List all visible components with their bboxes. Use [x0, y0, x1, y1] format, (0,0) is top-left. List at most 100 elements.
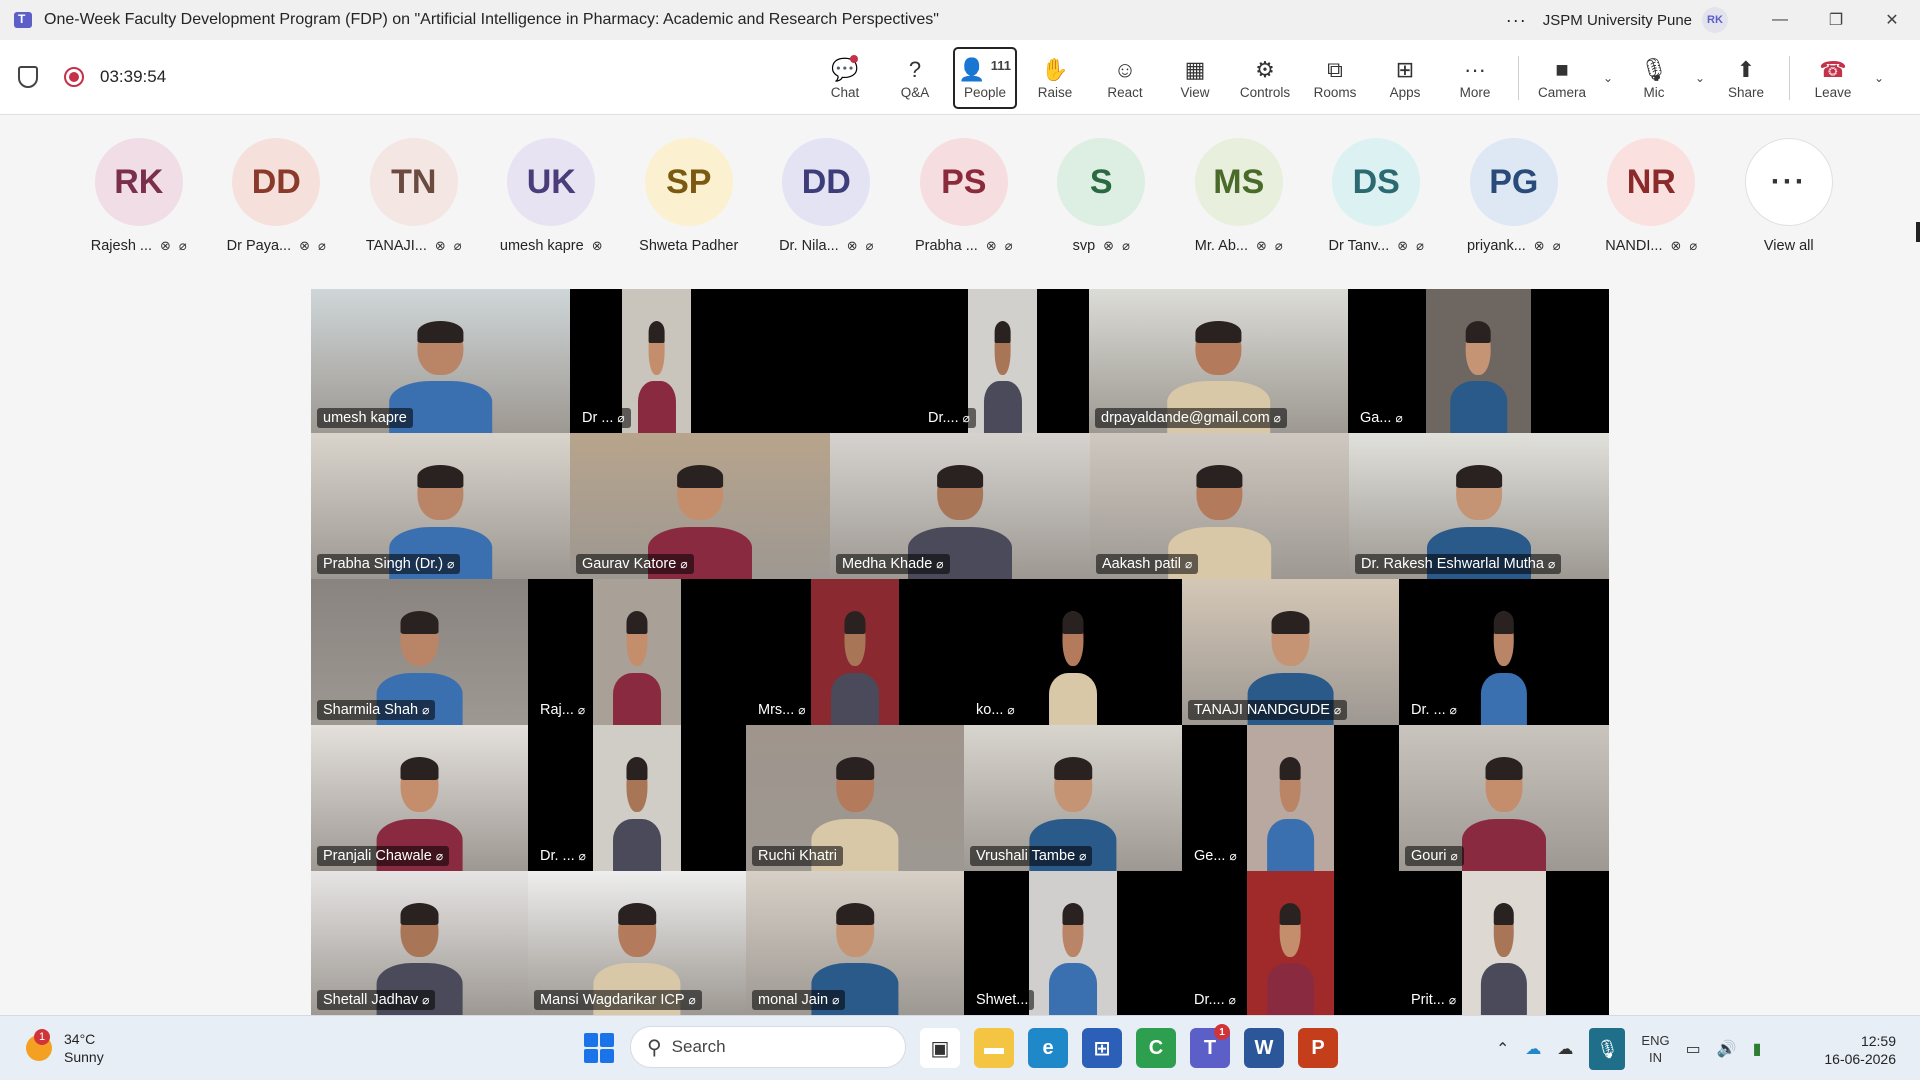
video-tile[interactable]: Raj... ⌀ [528, 579, 746, 725]
participant-item[interactable]: MS Mr. Ab... ⊗ ⌀ [1170, 138, 1308, 254]
mic-muted-icon: ⌀ [578, 849, 586, 863]
video-participant-name: Aakash patil [1102, 556, 1181, 572]
apps-button[interactable]: ⊞ Apps [1370, 47, 1440, 109]
video-tile[interactable]: Ruchi Khatri [746, 725, 964, 871]
show-hidden-icons-chevron-icon[interactable]: ⌃ [1496, 1039, 1509, 1059]
taskbar-search[interactable]: ⚲ Search [630, 1026, 906, 1068]
video-participant-name: ko... [976, 702, 1004, 718]
camera-off-icon: ⊗ [1103, 238, 1115, 253]
video-tile[interactable]: Ga... ⌀ [1348, 289, 1609, 433]
controls-button[interactable]: ⚙ Controls [1230, 47, 1300, 109]
share-button[interactable]: ⬆ Share [1711, 47, 1781, 109]
edge-browser-icon[interactable]: e [1028, 1028, 1068, 1068]
qa-button[interactable]: ? Q&A [880, 47, 950, 109]
video-tile[interactable]: Mrs... ⌀ [746, 579, 964, 725]
app-icon[interactable]: C [1136, 1028, 1176, 1068]
raise-hand-button[interactable]: ✋ Raise [1020, 47, 1090, 109]
teams-taskbar-icon[interactable]: T 1 [1190, 1024, 1230, 1068]
video-tile[interactable]: monal Jain ⌀ [746, 871, 964, 1015]
taskbar-clock[interactable]: 12:59 16-06-2026 [1824, 1032, 1896, 1068]
chat-button[interactable]: 💬 Chat [810, 47, 880, 109]
cloud-icon[interactable]: ☁ [1557, 1039, 1573, 1059]
participant-item[interactable]: PG priyank... ⊗ ⌀ [1445, 138, 1583, 254]
participant-video [1266, 757, 1315, 871]
video-tile[interactable]: Dr. ... ⌀ [1399, 579, 1609, 725]
mic-muted-icon: ⌀ [1273, 411, 1281, 425]
participant-item[interactable]: SP Shweta Padher [620, 138, 758, 254]
react-button[interactable]: ☺ React [1090, 47, 1160, 109]
onedrive-icon[interactable]: ☁ [1525, 1039, 1541, 1059]
share-label: Share [1727, 85, 1765, 100]
video-tile[interactable]: Gaurav Katore ⌀ [570, 433, 830, 579]
meeting-toolbar: 03:39:54 💬 Chat ? Q&A 👤 111 People ✋ Rai… [0, 40, 1920, 115]
leave-button[interactable]: ☎ Leave [1798, 47, 1868, 109]
video-tile[interactable]: TANAJI NANDGUDE ⌀ [1182, 579, 1399, 725]
leave-options-chevron-icon[interactable]: ⌄ [1868, 71, 1890, 85]
volume-icon[interactable]: 🔊 [1717, 1039, 1737, 1059]
video-tile[interactable]: Prabha Singh (Dr.) ⌀ [311, 433, 570, 579]
video-participant-name: Ge... [1194, 848, 1226, 864]
participant-item[interactable]: DS Dr Tanv... ⊗ ⌀ [1308, 138, 1446, 254]
mic-options-chevron-icon[interactable]: ⌄ [1689, 71, 1711, 85]
video-tile[interactable]: Mansi Wagdarikar ICP ⌀ [528, 871, 746, 1015]
video-tile[interactable]: Dr. Rakesh Eshwarlal Mutha ⌀ [1349, 433, 1609, 579]
participant-item[interactable]: PS Prabha ... ⊗ ⌀ [895, 138, 1033, 254]
start-button[interactable] [584, 1033, 614, 1063]
minimize-button[interactable]: — [1752, 0, 1808, 40]
language-indicator[interactable]: ENG IN [1641, 1032, 1669, 1066]
video-tile[interactable]: Pranjali Chawale ⌀ [311, 725, 528, 871]
word-icon[interactable]: W [1244, 1028, 1284, 1068]
more-options-icon[interactable]: ··· [1506, 10, 1527, 31]
network-icon[interactable]: ▭ [1686, 1039, 1701, 1059]
mic-button[interactable]: 🎙 Mic [1619, 47, 1689, 109]
view-all-button[interactable]: ··· View all [1720, 138, 1858, 254]
clock-time: 12:59 [1860, 1033, 1896, 1049]
participant-item[interactable]: DD Dr. Nila... ⊗ ⌀ [758, 138, 896, 254]
participant-item[interactable]: RK Rajesh ... ⊗ ⌀ [70, 138, 208, 254]
more-label: More [1459, 85, 1491, 100]
mic-muted-icon: ⌀ [1274, 238, 1283, 253]
task-view-icon[interactable]: ▣ [920, 1028, 960, 1068]
video-participant-name: Mrs... [758, 702, 795, 718]
participant-item[interactable]: UK umesh kapre ⊗ [483, 138, 621, 254]
video-tile[interactable]: ko... ⌀ [964, 579, 1182, 725]
participant-name-label: Ruchi Khatri [752, 846, 843, 866]
participant-item[interactable]: S svp ⊗ ⌀ [1033, 138, 1171, 254]
participant-name-label: Shwet... [970, 990, 1035, 1010]
video-tile[interactable]: Sharmila Shah ⌀ [311, 579, 528, 725]
video-tile[interactable]: Dr ... ⌀ [570, 289, 743, 433]
participant-avatar: RK [94, 138, 183, 226]
people-button[interactable]: 👤 111 People [953, 46, 1017, 109]
powerpoint-icon[interactable]: P [1298, 1028, 1338, 1068]
video-tile[interactable]: umesh kapre [311, 289, 570, 433]
participant-avatar: MS [1194, 138, 1283, 226]
video-tile[interactable]: Medha Khade ⌀ [830, 433, 1090, 579]
video-tile[interactable]: Prit... ⌀ [1399, 871, 1609, 1015]
close-button[interactable]: ✕ [1864, 0, 1920, 40]
video-tile[interactable]: Aakash patil ⌀ [1090, 433, 1349, 579]
video-tile[interactable]: Shetall Jadhav ⌀ [311, 871, 528, 1015]
battery-icon[interactable]: ▮ [1753, 1039, 1762, 1059]
video-tile[interactable]: Ge... ⌀ [1182, 725, 1399, 871]
video-tile[interactable]: Shwet... [964, 871, 1182, 1015]
video-tile[interactable]: drpayaldande@gmail.com ⌀ [1089, 289, 1348, 433]
restore-button[interactable]: ❐ [1808, 0, 1864, 40]
file-explorer-icon[interactable]: ▬ [974, 1028, 1014, 1068]
video-tile[interactable]: Dr.... ⌀ [916, 289, 1089, 433]
video-tile[interactable]: Dr.... ⌀ [1182, 871, 1399, 1015]
rooms-button[interactable]: ⧉ Rooms [1300, 47, 1370, 109]
view-button[interactable]: ▦ View [1160, 47, 1230, 109]
video-tile[interactable]: Dr. ... ⌀ [528, 725, 746, 871]
video-tile[interactable]: Gouri ⌀ [1399, 725, 1609, 871]
camera-button[interactable]: ■ Camera [1527, 47, 1597, 109]
camera-options-chevron-icon[interactable]: ⌄ [1597, 71, 1619, 85]
weather-widget[interactable]: 1 34°C Sunny [26, 1029, 104, 1066]
more-button[interactable]: ··· More [1440, 47, 1510, 109]
participant-item[interactable]: NR NANDI... ⊗ ⌀ [1583, 138, 1721, 254]
user-avatar[interactable]: RK [1702, 7, 1728, 33]
store-icon[interactable]: ⊞ [1082, 1028, 1122, 1068]
video-tile[interactable]: Vrushali Tambe ⌀ [964, 725, 1182, 871]
microphone-in-use-icon[interactable]: 🎙 [1589, 1028, 1626, 1070]
participant-item[interactable]: TN TANAJI... ⊗ ⌀ [345, 138, 483, 254]
participant-item[interactable]: DD Dr Paya... ⊗ ⌀ [208, 138, 346, 254]
